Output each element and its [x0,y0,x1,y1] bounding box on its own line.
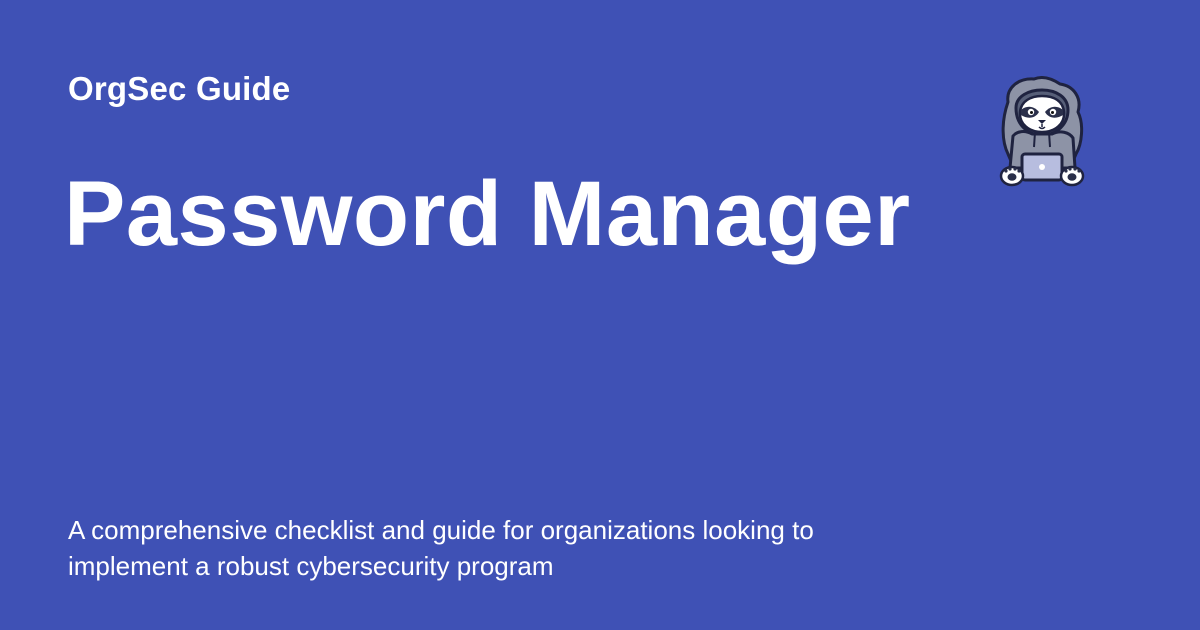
page-description: A comprehensive checklist and guide for … [68,515,814,581]
site-name: OrgSec Guide [68,70,291,107]
mascot-hooded-raccoon-laptop-icon [996,76,1088,192]
page-title: Password Manager [64,163,911,265]
social-card: OrgSec Guide Password Manager A comprehe… [0,0,1200,630]
